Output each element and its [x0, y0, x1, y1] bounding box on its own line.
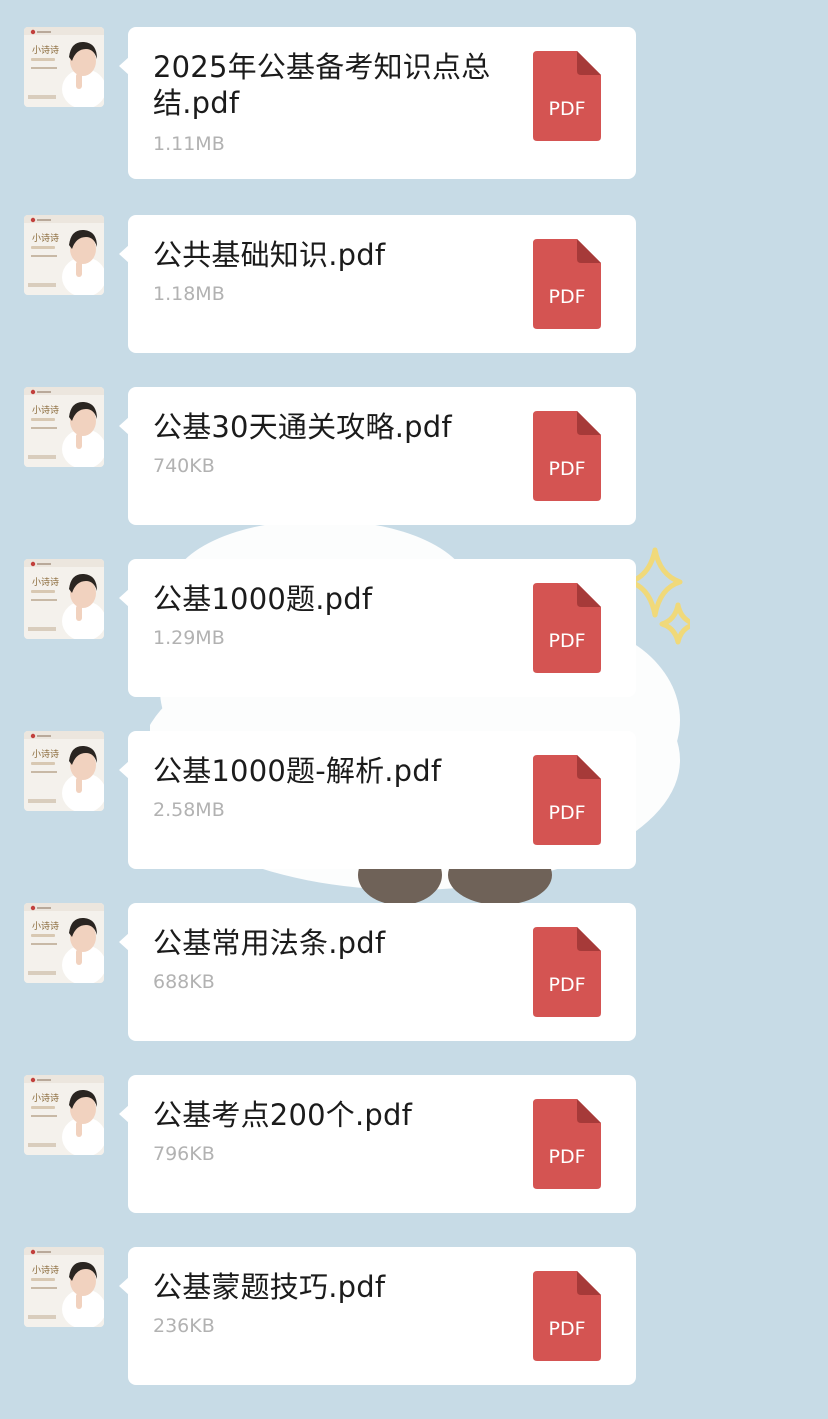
file-size: 2.58MB — [153, 799, 225, 821]
file-message-bubble[interactable]: 公基30天通关攻略.pdf 740KB PDF — [119, 387, 636, 525]
pdf-icon: PDF — [533, 927, 601, 1017]
avatar-image: 小诗诗 — [24, 731, 104, 811]
avatar-image: 小诗诗 — [24, 387, 104, 467]
file-size: 236KB — [153, 1315, 215, 1337]
pdf-icon: PDF — [533, 1271, 601, 1361]
file-size: 740KB — [153, 455, 215, 477]
file-name: 公基1000题.pdf — [153, 582, 373, 616]
chat-list[interactable]: 小诗诗 2025年公基备考知识点总结.pdf 1.11MB PDF 小诗诗 公共… — [0, 0, 828, 1419]
file-size: 1.18MB — [153, 283, 225, 305]
pdf-icon-label: PDF — [548, 802, 585, 824]
avatar-image: 小诗诗 — [24, 215, 104, 295]
file-message-bubble[interactable]: 公基1000题.pdf 1.29MB PDF — [119, 559, 636, 697]
avatar-name-text: 小诗诗 — [32, 233, 59, 244]
pdf-icon-label: PDF — [548, 98, 585, 120]
avatar-name-text: 小诗诗 — [32, 405, 59, 416]
pdf-icon-label: PDF — [548, 286, 585, 308]
avatar[interactable]: 小诗诗 — [24, 903, 104, 983]
avatar[interactable]: 小诗诗 — [24, 1075, 104, 1155]
pdf-icon: PDF — [533, 755, 601, 845]
avatar[interactable]: 小诗诗 — [24, 731, 104, 811]
avatar-image: 小诗诗 — [24, 27, 104, 107]
avatar-name-text: 小诗诗 — [32, 577, 59, 588]
avatar-name-text: 小诗诗 — [32, 45, 59, 56]
avatar-name-text: 小诗诗 — [32, 1093, 59, 1104]
file-message-bubble[interactable]: 公基考点200个.pdf 796KB PDF — [119, 1075, 636, 1213]
avatar[interactable]: 小诗诗 — [24, 27, 104, 107]
pdf-icon: PDF — [533, 51, 601, 141]
pdf-icon-label: PDF — [548, 458, 585, 480]
avatar-image: 小诗诗 — [24, 559, 104, 639]
file-name: 公基1000题-解析.pdf — [153, 754, 442, 788]
file-size: 796KB — [153, 1143, 215, 1165]
avatar[interactable]: 小诗诗 — [24, 387, 104, 467]
file-message-bubble[interactable]: 公基1000题-解析.pdf 2.58MB PDF — [119, 731, 636, 869]
pdf-icon: PDF — [533, 1099, 601, 1189]
avatar-image: 小诗诗 — [24, 903, 104, 983]
file-size: 1.11MB — [153, 133, 225, 155]
avatar-image: 小诗诗 — [24, 1247, 104, 1327]
pdf-icon: PDF — [533, 239, 601, 329]
avatar-name-text: 小诗诗 — [32, 1265, 59, 1276]
avatar[interactable]: 小诗诗 — [24, 215, 104, 295]
avatar-name-text: 小诗诗 — [32, 921, 59, 932]
file-message-bubble[interactable]: 公基常用法条.pdf 688KB PDF — [119, 903, 636, 1041]
pdf-icon-label: PDF — [548, 1146, 585, 1168]
pdf-icon-label: PDF — [548, 1318, 585, 1340]
pdf-icon-label: PDF — [548, 630, 585, 652]
file-message-bubble[interactable]: 公共基础知识.pdf 1.18MB PDF — [119, 215, 636, 353]
file-message-bubble[interactable]: 公基蒙题技巧.pdf 236KB PDF — [119, 1247, 636, 1385]
pdf-icon: PDF — [533, 583, 601, 673]
file-name: 公基常用法条.pdf — [153, 926, 386, 960]
pdf-icon-label: PDF — [548, 974, 585, 996]
avatar-image: 小诗诗 — [24, 1075, 104, 1155]
file-name: 2025年公基备考知识点总结.pdf — [153, 50, 491, 120]
pdf-icon: PDF — [533, 411, 601, 501]
file-name: 公基30天通关攻略.pdf — [153, 410, 452, 444]
file-name: 公基考点200个.pdf — [153, 1098, 412, 1132]
file-name: 公共基础知识.pdf — [153, 238, 386, 272]
file-message-bubble[interactable]: 2025年公基备考知识点总结.pdf 1.11MB PDF — [119, 27, 636, 179]
avatar-name-text: 小诗诗 — [32, 749, 59, 760]
file-size: 688KB — [153, 971, 215, 993]
file-name: 公基蒙题技巧.pdf — [153, 1270, 386, 1304]
avatar[interactable]: 小诗诗 — [24, 1247, 104, 1327]
avatar[interactable]: 小诗诗 — [24, 559, 104, 639]
file-size: 1.29MB — [153, 627, 225, 649]
